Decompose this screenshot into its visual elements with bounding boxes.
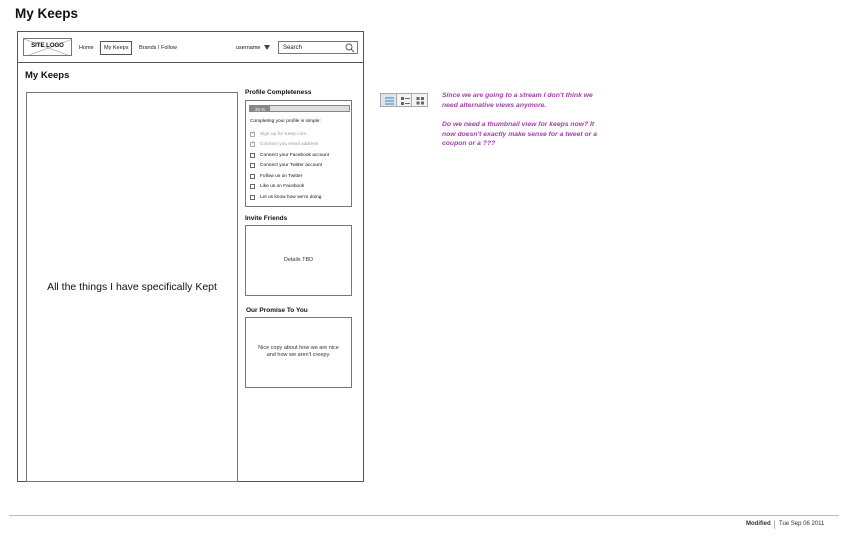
- footer-separator: [774, 520, 775, 529]
- task-label: Connect you email address: [260, 142, 319, 148]
- username-menu[interactable]: username: [236, 45, 260, 51]
- nav-link-home[interactable]: Home: [79, 45, 94, 51]
- promise-text-line-2: and how we aren't creepy.: [266, 352, 331, 358]
- top-navigation-bar: SITE LOGO Home My Keeps Brands I Follow …: [18, 32, 363, 63]
- page-heading: My Keeps: [25, 70, 70, 81]
- profile-task-item: ✓ Sign up for Keep.com: [250, 129, 329, 140]
- search-icon[interactable]: [345, 43, 355, 53]
- profile-completeness-panel: 20 % Completing your profile is simple: …: [245, 100, 352, 207]
- footer-divider: [9, 515, 839, 516]
- grid-view-button[interactable]: [412, 94, 428, 106]
- checkmark-icon: ✓: [251, 129, 256, 136]
- task-label: Connect your Facebook account: [260, 152, 330, 158]
- detail-view-icon: [400, 97, 410, 105]
- logo-text: SITE LOGO: [31, 43, 64, 49]
- profile-task-item: Follow us on Twitter: [250, 171, 329, 182]
- keeps-placeholder-text: All the things I have specifically Kept: [47, 281, 217, 293]
- view-toggle: [380, 93, 428, 107]
- task-label: Connect your Twitter account: [260, 163, 323, 169]
- annotation-note-views: Since we are going to a stream I don't t…: [442, 92, 593, 109]
- profile-task-item: Connect your Facebook account: [250, 150, 329, 161]
- profile-intro-text: Completing your profile is simple:: [250, 119, 321, 124]
- profile-task-item: ✓ Connect you email address: [250, 140, 329, 151]
- chevron-down-icon[interactable]: [264, 45, 270, 50]
- task-checkbox[interactable]: [250, 163, 255, 169]
- list-view-button[interactable]: [381, 94, 397, 106]
- search-placeholder: Search: [283, 45, 303, 51]
- checkmark-icon: ✓: [251, 140, 256, 147]
- list-view-icon: [385, 97, 394, 105]
- detail-view-button[interactable]: [396, 94, 413, 106]
- task-label: Let us know how we're doing: [260, 194, 322, 200]
- task-label: Follow us on Twitter: [260, 173, 303, 179]
- profile-task-item: Let us know how we're doing: [250, 192, 329, 203]
- task-checkbox[interactable]: [250, 184, 255, 190]
- keeps-content-area: All the things I have specifically Kept: [26, 92, 238, 482]
- site-logo[interactable]: SITE LOGO: [23, 38, 72, 56]
- task-checkbox[interactable]: ✓: [250, 140, 256, 148]
- profile-completeness-heading: Profile Completeness: [245, 89, 312, 96]
- nav-link-brands[interactable]: Brands I Follow: [139, 45, 177, 51]
- invite-friends-heading: Invite Friends: [245, 215, 288, 222]
- task-checkbox[interactable]: [250, 194, 255, 200]
- invite-friends-panel: Details TBD: [245, 225, 352, 296]
- task-label: Like us on Facebook: [260, 184, 305, 190]
- annotation-note-thumbnail: Do we need a thumbnail view for keeps no…: [442, 121, 597, 147]
- modified-date: Tue Sep 06 2011: [779, 521, 825, 527]
- our-promise-heading: Our Promise To You: [246, 307, 308, 314]
- promise-text-line-1: Nice copy about how we are nice: [258, 345, 339, 351]
- wireframe-page: SITE LOGO Home My Keeps Brands I Follow …: [17, 31, 364, 482]
- profile-task-item: Like us on Facebook: [250, 182, 329, 193]
- nav-link-my-keeps[interactable]: My Keeps: [100, 41, 133, 55]
- invite-details-text: Details TBD: [283, 257, 314, 263]
- profile-task-list: ✓ Sign up for Keep.com ✓ Connect you email …: [250, 129, 329, 203]
- profile-task-item: Connect your Twitter account: [250, 161, 329, 172]
- task-checkbox[interactable]: ✓: [250, 129, 256, 137]
- progress-label: 20 %: [255, 107, 266, 112]
- task-checkbox[interactable]: [250, 152, 255, 158]
- grid-view-icon: [416, 97, 425, 105]
- task-checkbox[interactable]: [250, 173, 255, 179]
- profile-progress-bar: 20 %: [249, 105, 350, 112]
- modified-label: Modified: [746, 521, 771, 527]
- search-input[interactable]: Search: [278, 41, 358, 54]
- task-label: Sign up for Keep.com: [260, 131, 307, 137]
- document-title: My Keeps: [15, 6, 79, 21]
- our-promise-panel: Nice copy about how we are nice and how …: [245, 317, 352, 388]
